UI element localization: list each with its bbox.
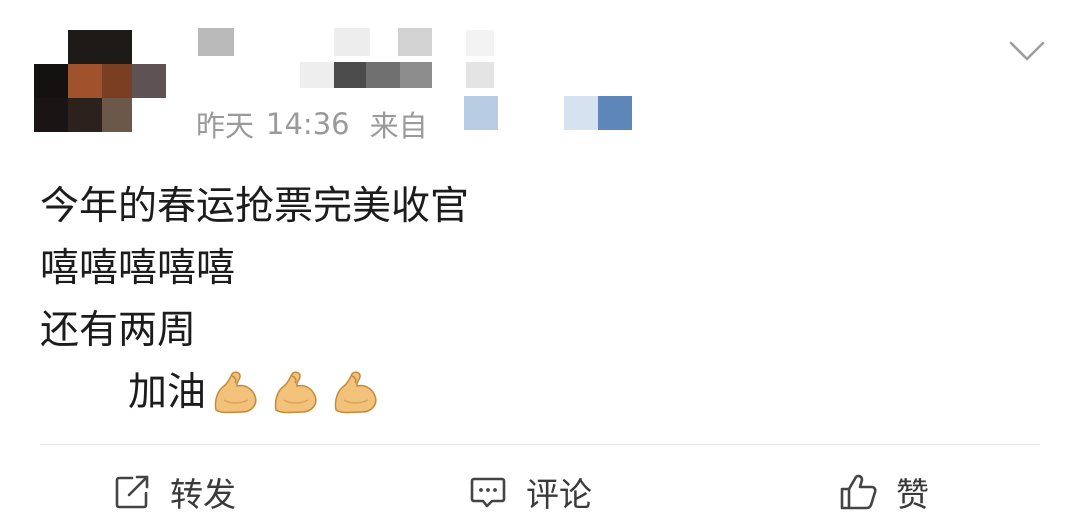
comment-icon xyxy=(468,472,508,512)
post-time: 14:36 xyxy=(266,107,350,141)
username-redacted[interactable] xyxy=(196,28,496,90)
more-options-chevron-icon[interactable] xyxy=(1008,38,1046,64)
content-line: 嘻嘻嘻嘻嘻 xyxy=(40,246,236,291)
comment-button[interactable]: 评论 xyxy=(468,466,592,518)
content-line-with-emoji: 加油 xyxy=(128,362,1020,424)
thumbs-up-icon xyxy=(838,472,878,512)
like-button[interactable]: 赞 xyxy=(838,466,929,518)
like-label: 赞 xyxy=(896,475,929,514)
comment-label: 评论 xyxy=(526,475,592,514)
post-content: 今年的春运抢票完美收官 嘻嘻嘻嘻嘻 还有两周 加油 xyxy=(40,176,1020,424)
flexed-biceps-icon xyxy=(334,371,377,414)
content-line: 加油 xyxy=(128,370,207,415)
repost-icon xyxy=(112,472,152,512)
post-date: 昨天 xyxy=(196,109,255,143)
action-divider xyxy=(40,444,1040,445)
weibo-post-card: 昨天 14:36 来自 今年的春运抢票完美收官 嘻嘻嘻嘻嘻 还有两周 加油 转发… xyxy=(0,0,1080,528)
emoji-row xyxy=(210,370,390,416)
content-line: 今年的春运抢票完美收官 xyxy=(40,184,470,229)
post-source-prefix: 来自 xyxy=(369,109,428,143)
repost-label: 转发 xyxy=(170,475,236,514)
post-meta: 昨天 14:36 来自 xyxy=(196,104,428,144)
repost-button[interactable]: 转发 xyxy=(112,466,236,518)
flexed-biceps-icon xyxy=(214,371,257,414)
avatar[interactable] xyxy=(34,30,166,132)
post-source-redacted[interactable] xyxy=(444,96,644,132)
flexed-biceps-icon xyxy=(274,371,317,414)
content-line: 还有两周 xyxy=(40,308,197,353)
